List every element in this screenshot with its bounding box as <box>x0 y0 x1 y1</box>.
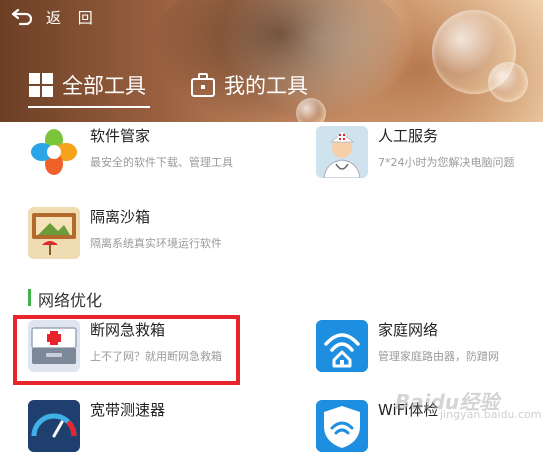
tool-desc: 隔离系统真实环境运行软件 <box>90 237 222 250</box>
tool-sandbox[interactable]: 隔离沙箱 隔离系统真实环境运行软件 <box>28 207 222 259</box>
tool-manual-service[interactable]: 人工服务 7*24小时为您解决电脑问题 <box>316 126 515 178</box>
tool-desc: 最安全的软件下载、管理工具 <box>90 156 233 169</box>
tool-desc: 管理家庭路由器，防蹭网 <box>378 350 499 363</box>
tab-label: 全部工具 <box>62 74 146 98</box>
sandbox-icon <box>28 207 80 259</box>
tool-home-network[interactable]: 家庭网络 管理家庭路由器，防蹭网 <box>316 320 499 372</box>
back-button[interactable]: 返 回 <box>10 4 99 30</box>
grid-icon <box>29 73 53 97</box>
back-label: 返 回 <box>46 8 99 27</box>
header-photo <box>150 0 410 122</box>
back-arrow-icon <box>11 8 33 26</box>
section-accent-bar <box>28 289 31 306</box>
watermark-url: jingyan.baidu.com <box>440 408 542 421</box>
wifi-shield-icon <box>316 400 368 452</box>
active-tab-indicator <box>28 106 150 108</box>
tab-all-tools[interactable]: 全部工具 <box>28 70 146 100</box>
tool-desc: 7*24小时为您解决电脑问题 <box>378 156 515 169</box>
bubble-decoration <box>296 98 326 122</box>
doctor-icon <box>316 126 368 178</box>
tool-name: 家庭网络 <box>378 321 439 339</box>
home-wifi-icon <box>316 320 368 372</box>
header-banner: 返 回 全部工具 我的工具 <box>0 0 543 122</box>
bubble-decoration <box>488 62 528 102</box>
tool-name: 软件管家 <box>90 127 151 145</box>
tab-my-tools[interactable]: 我的工具 <box>190 70 308 100</box>
speedometer-icon <box>28 400 80 452</box>
highlight-annotation <box>13 315 240 385</box>
tool-name: 隔离沙箱 <box>90 208 151 226</box>
tool-name: 宽带测速器 <box>90 401 166 419</box>
toolbox-icon <box>191 73 215 97</box>
section-title: 网络优化 <box>38 291 103 310</box>
tab-label: 我的工具 <box>224 74 308 98</box>
tool-broadband-speedtest[interactable]: 宽带测速器 <box>28 400 165 452</box>
tool-software-manager[interactable]: 软件管家 最安全的软件下载、管理工具 <box>28 126 233 178</box>
software-manager-icon <box>28 126 80 178</box>
tool-name: 人工服务 <box>378 127 439 145</box>
